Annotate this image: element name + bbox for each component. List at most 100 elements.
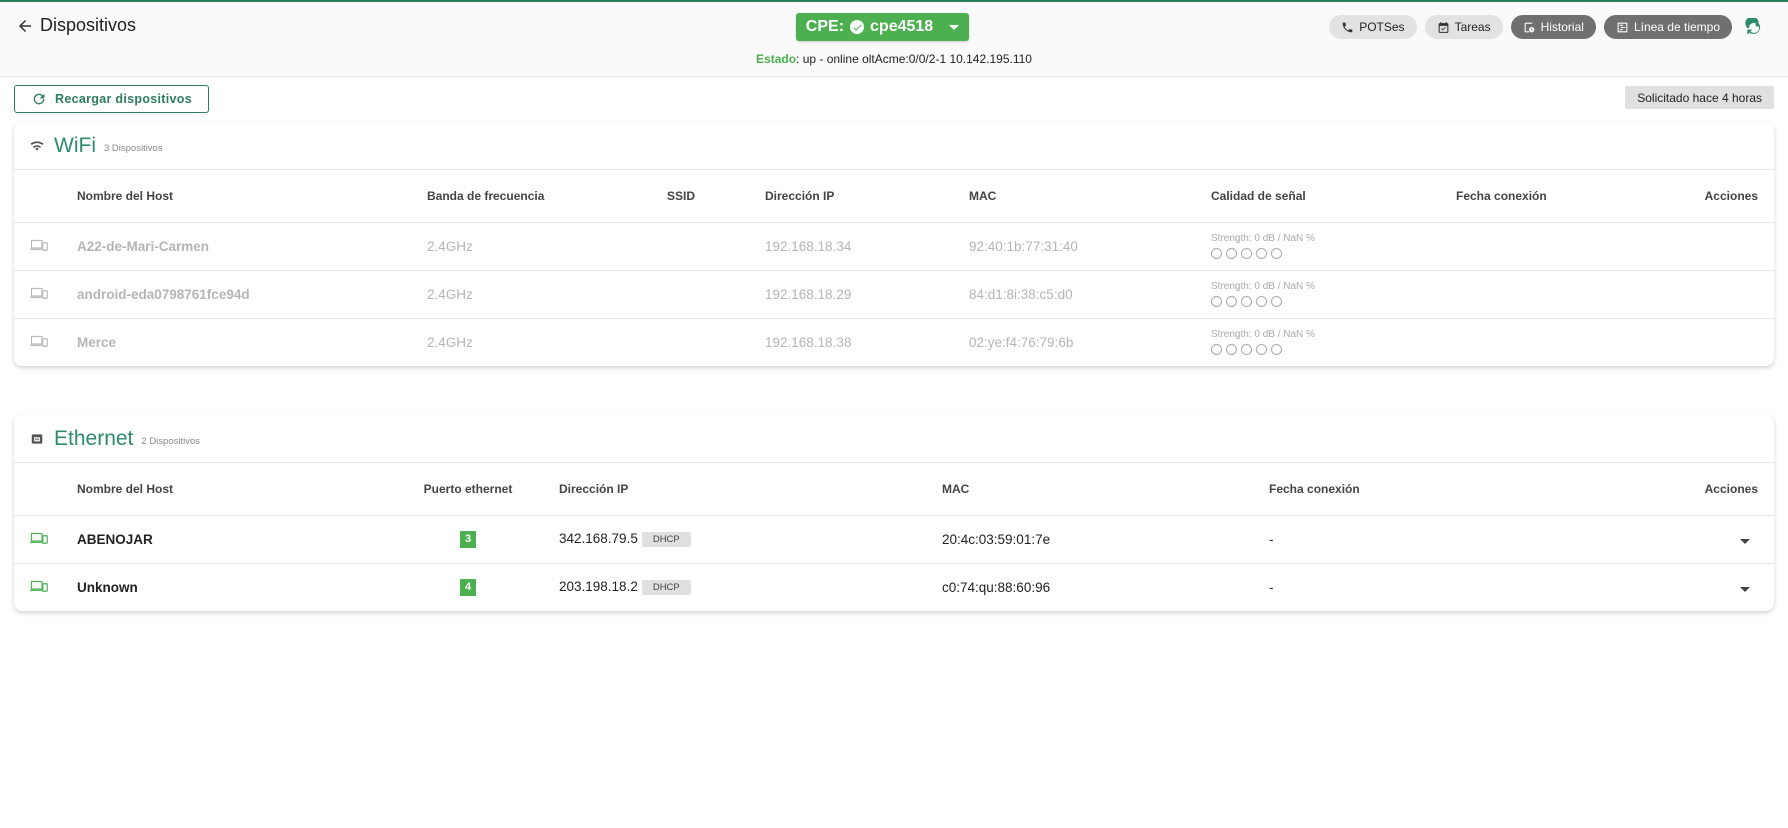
ip-address-cell: 342.168.79.5 DHCP: [559, 515, 942, 564]
host-name: A22-de-Mari-Carmen: [77, 222, 427, 271]
wifi-title: WiFi: [54, 133, 96, 157]
tareas-chip[interactable]: Tareas: [1424, 15, 1503, 39]
cpe-name: cpe4518: [870, 18, 934, 35]
laptop-phone-icon: [30, 335, 48, 347]
signal-quality: Strength: 0 dB / NaN %: [1211, 270, 1456, 319]
connection-date: -: [1269, 515, 1559, 564]
signal-rating: [1211, 344, 1456, 356]
mac-address: 20:4c:03:59:01:7e: [942, 515, 1269, 564]
phone-icon: [1342, 22, 1353, 32]
connection-date: [1456, 270, 1656, 319]
signal-text: Strength: 0 dB / NaN %: [1211, 233, 1315, 244]
ip-address: 192.168.18.38: [765, 334, 852, 350]
table-row[interactable]: Unknown 4 203.198.18.2 DHCP c0:74:qu:88:6…: [14, 563, 1774, 611]
mac-address: 02:ye:f4:76:79:6b: [969, 334, 1074, 350]
timeline-label: Línea de tiempo: [1633, 20, 1720, 34]
potses-chip[interactable]: POTSes: [1329, 15, 1417, 39]
back-button[interactable]: Dispositivos: [16, 15, 136, 36]
wifi-table: Nombre del Host Banda de frecuencia SSID…: [14, 170, 1774, 366]
col-ip: Dirección IP: [765, 170, 969, 223]
arrow-left-icon: [19, 19, 31, 32]
refresh-icon: [33, 93, 45, 105]
connection-date: [1456, 222, 1656, 271]
signal-quality: Strength: 0 dB / NaN %: [1211, 318, 1456, 366]
wifi-icon: [30, 140, 44, 151]
ip-address: 192.168.18.34: [765, 222, 969, 271]
band: 2.4GHz: [427, 222, 667, 271]
historial-chip[interactable]: Historial: [1510, 15, 1596, 39]
ethernet-count: 2 Dispositivos: [141, 436, 200, 447]
col-ssid: SSID: [667, 170, 765, 223]
back-label: Dispositivos: [40, 15, 137, 35]
check-circle-icon: [850, 20, 865, 34]
connection-date: -: [1269, 579, 1274, 595]
col-signal: Calidad de señal: [1211, 170, 1456, 223]
col-date: Fecha conexión: [1456, 170, 1656, 223]
requested-badge: Solicitado hace 4 horas: [1625, 86, 1774, 109]
mac-address: c0:74:qu:88:60:96: [942, 579, 1051, 595]
actions-dropdown-icon[interactable]: [1740, 586, 1750, 592]
ssid: [667, 318, 765, 366]
host-name: android-eda0798761fce94d: [77, 270, 427, 319]
laptop-phone-icon: [30, 532, 48, 544]
cpe-status: Estado: up - online oltAcme:0/0/2-1 10.1…: [0, 52, 1788, 66]
dhcp-badge: DHCP: [641, 580, 691, 596]
cpe-selector-button[interactable]: CPE: cpe4518: [796, 13, 969, 41]
timeline-chip[interactable]: Línea de tiempo: [1603, 15, 1732, 39]
wifi-card-header: WiFi 3 Dispositivos: [14, 122, 1774, 170]
signal-text: Strength: 0 dB / NaN %: [1211, 329, 1315, 341]
ssid: [667, 222, 765, 271]
col-band: Banda de frecuencia: [427, 170, 667, 223]
top-bar: Dispositivos CPE: cpe4518 Estado: up - o…: [0, 0, 1788, 77]
col-mac: MAC: [942, 463, 1269, 516]
actions-dropdown-icon[interactable]: [1740, 538, 1750, 544]
reload-label: Recargar dispositivos: [55, 92, 192, 106]
laptop-phone-icon: [30, 239, 48, 251]
historial-label: Historial: [1540, 20, 1584, 34]
signal-quality: Strength: 0 dB / NaN %: [1211, 222, 1456, 271]
ssid: [667, 270, 765, 319]
ethernet-port-icon: [31, 433, 43, 444]
ethernet-card: Ethernet 2 Dispositivos Nombre del Host …: [14, 415, 1774, 611]
col-date: Fecha conexión: [1269, 463, 1559, 516]
band: 2.4GHz: [427, 270, 667, 319]
laptop-phone-icon: [30, 580, 48, 592]
col-mac: MAC: [969, 170, 1211, 223]
ip-address-cell: 203.198.18.2 DHCP: [559, 563, 942, 611]
signal-text: Strength: 0 dB / NaN %: [1211, 281, 1315, 292]
mac-address: 92:40:1b:77:31:40: [969, 222, 1211, 271]
col-actions: Acciones: [1656, 170, 1774, 223]
col-hostname: Nombre del Host: [77, 463, 377, 516]
ethernet-header-row: Nombre del Host Puerto ethernet Direcció…: [14, 463, 1774, 516]
signal-rating: [1211, 296, 1456, 307]
history-icon: [1524, 22, 1534, 32]
ethernet-title: Ethernet: [54, 426, 134, 450]
col-actions: Acciones: [1559, 463, 1774, 516]
wifi-card: WiFi 3 Dispositivos Nombre del Host Band…: [14, 122, 1774, 366]
caret-down-icon: [949, 24, 960, 30]
reload-devices-button[interactable]: Recargar dispositivos: [14, 85, 209, 113]
dhcp-badge: DHCP: [641, 531, 691, 547]
table-row[interactable]: android-eda0798761fce94d 2.4GHz 192.168.…: [14, 270, 1774, 319]
wifi-header-row: Nombre del Host Banda de frecuencia SSID…: [14, 170, 1774, 223]
ip-address: 203.198.18.2: [559, 579, 638, 595]
tareas-label: Tareas: [1454, 20, 1491, 34]
col-port: Puerto ethernet: [377, 463, 559, 516]
table-row[interactable]: A22-de-Mari-Carmen 2.4GHz 192.168.18.34 …: [14, 222, 1774, 271]
table-row[interactable]: ABENOJAR 3 342.168.79.5 DHCP 20:4c:03:59:…: [14, 515, 1774, 564]
mac-address: 84:d1:8i:38:c5:d0: [969, 270, 1211, 319]
col-ip: Dirección IP: [559, 463, 942, 516]
port-badge: 4: [460, 579, 476, 597]
ethernet-card-header: Ethernet 2 Dispositivos: [14, 415, 1774, 463]
signal-rating: [1211, 248, 1456, 259]
timeline-icon: [1617, 22, 1628, 32]
connection-date: [1456, 318, 1656, 366]
table-row[interactable]: Merce 2.4GHz 192.168.18.38 02:ye:f4:76:7…: [14, 318, 1774, 366]
cpe-label: CPE:: [805, 18, 845, 35]
host-name: ABENOJAR: [77, 515, 377, 564]
status-label: Estado: [756, 52, 797, 66]
host-name: Merce: [77, 334, 117, 350]
laptop-phone-icon: [30, 287, 48, 299]
refresh-icon[interactable]: [1744, 18, 1764, 38]
status-value: : up - online oltAcme:0/0/2-1 10.142.195…: [796, 52, 1032, 66]
